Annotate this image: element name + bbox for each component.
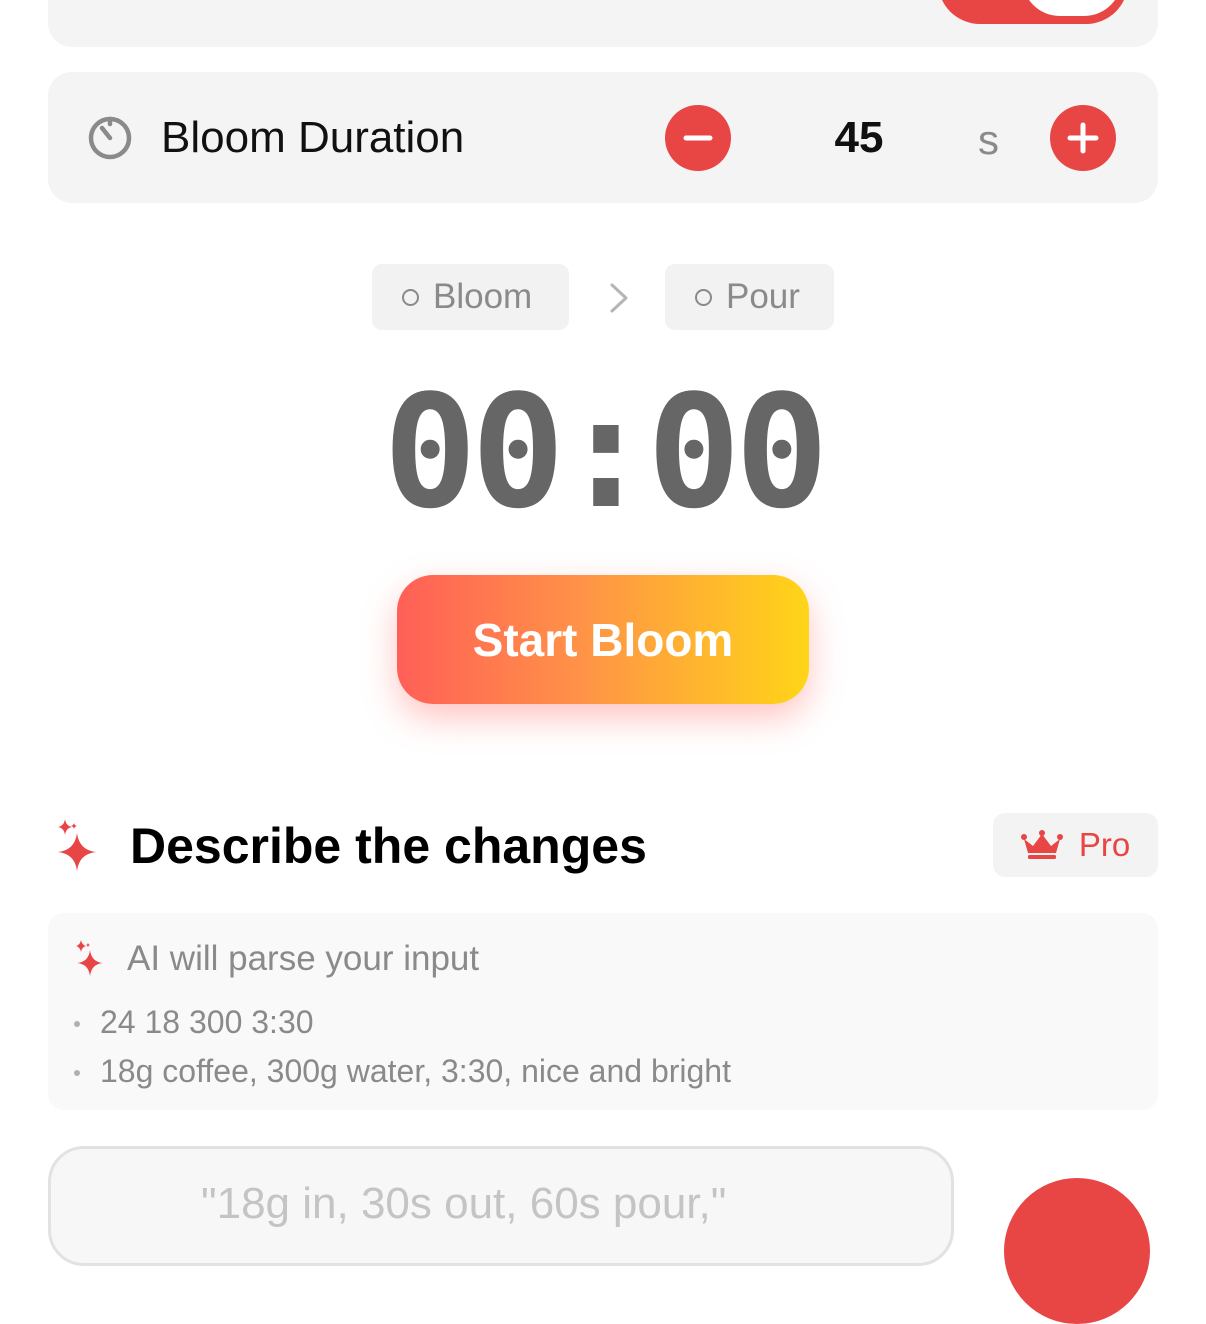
- bloom-duration-label: Bloom Duration: [161, 113, 465, 162]
- chevron-right-icon: [610, 283, 628, 313]
- sparkles-icon: [58, 819, 96, 871]
- increase-duration-button[interactable]: [1050, 105, 1116, 171]
- stage-label: Pour: [726, 277, 800, 316]
- list-item: 18g coffee, 300g water, 3:30, nice and b…: [74, 1046, 731, 1095]
- crown-icon: [1020, 830, 1063, 859]
- hint-examples-list: 24 18 300 3:30 18g coffee, 300g water, 3…: [74, 997, 731, 1095]
- timer-display: 00:00: [383, 361, 829, 543]
- decrease-duration-button[interactable]: [665, 105, 731, 171]
- bullet-icon: [74, 1069, 80, 1076]
- bloom-duration-card: Bloom Duration 45 s: [48, 72, 1158, 203]
- ai-hint-card: AI will parse your input 24 18 300 3:30 …: [48, 913, 1158, 1110]
- top-settings-card: [48, 0, 1158, 47]
- start-bloom-button[interactable]: Start Bloom: [397, 575, 809, 704]
- toggle-knob: [1022, 0, 1122, 16]
- pro-badge-label: Pro: [1078, 826, 1131, 863]
- stage-pill-bloom: Bloom: [372, 264, 569, 330]
- list-item: 24 18 300 3:30: [74, 997, 731, 1046]
- ai-hint-title: AI will parse your input: [127, 939, 480, 978]
- describe-changes-input[interactable]: "18g in, 30s out, 60s pour,": [48, 1146, 954, 1266]
- plus-icon: [1067, 122, 1099, 154]
- pro-badge[interactable]: Pro: [993, 813, 1158, 877]
- stage-label: Bloom: [433, 277, 533, 316]
- hint-example-text: 18g coffee, 300g water, 3:30, nice and b…: [100, 1052, 731, 1089]
- minus-icon: [683, 135, 713, 141]
- bullet-icon: [74, 1020, 80, 1027]
- stage-status-icon: [402, 288, 419, 306]
- sparkles-icon: [76, 940, 103, 976]
- stage-pill-pour: Pour: [665, 264, 834, 330]
- describe-changes-title: Describe the changes: [130, 818, 647, 874]
- input-placeholder: "18g in, 30s out, 60s pour,": [201, 1179, 727, 1228]
- duration-value[interactable]: 45: [808, 110, 910, 166]
- status-dot-icon: [86, 0, 116, 1]
- duration-unit: s: [978, 116, 999, 163]
- stage-status-icon: [695, 288, 712, 306]
- toggle-switch[interactable]: [938, 0, 1128, 24]
- timer-icon: [88, 116, 132, 160]
- hint-example-text: 24 18 300 3:30: [100, 1003, 314, 1040]
